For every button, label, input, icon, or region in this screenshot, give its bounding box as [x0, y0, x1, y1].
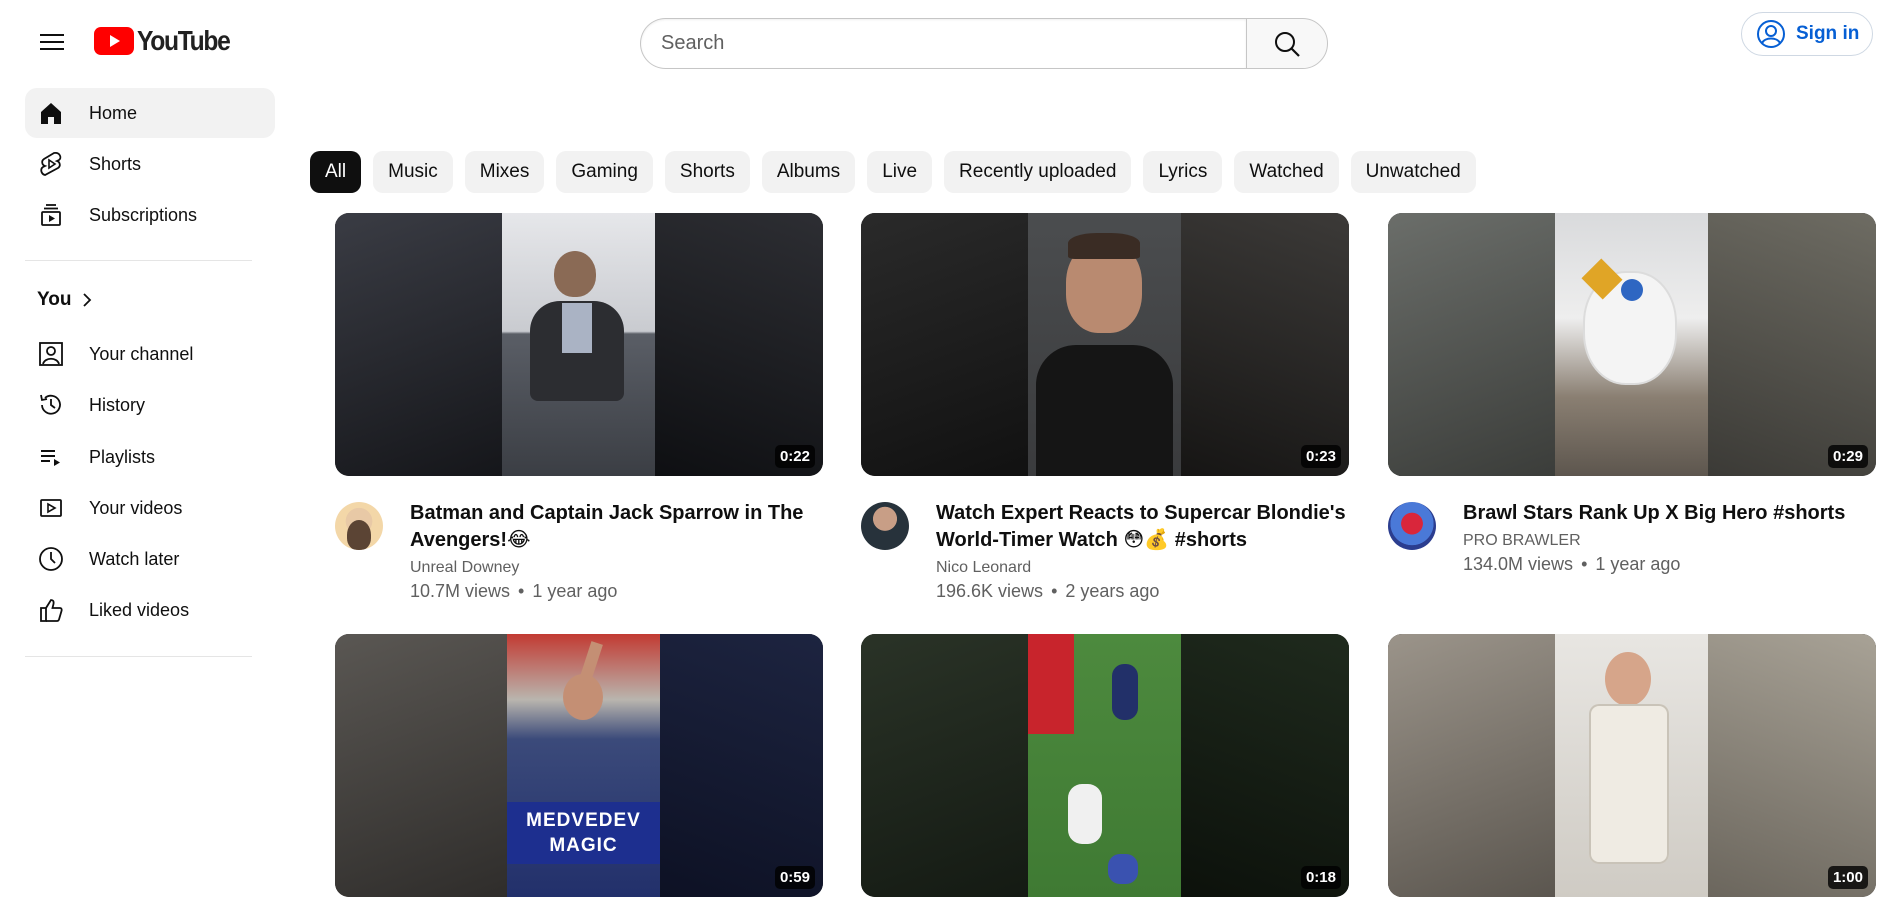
- video-duration: 0:18: [1300, 866, 1341, 889]
- view-count: 134.0M views: [1463, 554, 1574, 574]
- channel-avatar[interactable]: [1388, 502, 1436, 550]
- upload-age: 2 years ago: [1065, 581, 1160, 601]
- video-thumbnail[interactable]: 0:18: [861, 634, 1349, 897]
- history-icon: [37, 391, 65, 419]
- hamburger-menu-button[interactable]: [32, 22, 72, 62]
- video-duration: 0:23: [1300, 445, 1341, 468]
- video-thumbnail[interactable]: 0:29: [1388, 213, 1876, 476]
- sidebar-item-home[interactable]: Home: [25, 88, 275, 138]
- sidebar-item-your-videos[interactable]: Your videos: [25, 483, 275, 533]
- channel-avatar[interactable]: [861, 502, 909, 550]
- chip-live[interactable]: Live: [867, 151, 933, 193]
- sidebar-item-history[interactable]: History: [25, 380, 275, 430]
- video-thumbnail[interactable]: 1:00: [1388, 634, 1876, 897]
- video-thumbnail[interactable]: 0:22: [335, 213, 823, 476]
- sidebar-item-playlists[interactable]: Playlists: [25, 432, 275, 482]
- playlists-icon: [37, 443, 65, 471]
- chip-lyrics[interactable]: Lyrics: [1143, 151, 1223, 193]
- video-title[interactable]: Batman and Captain Jack Sparrow in The A…: [410, 500, 820, 554]
- sidebar-item-label: History: [89, 394, 146, 415]
- chip-recently-uploaded[interactable]: Recently uploaded: [944, 151, 1132, 193]
- video-title[interactable]: Watch Expert Reacts to Supercar Blondie'…: [936, 500, 1346, 554]
- sidebar-item-label: Your videos: [89, 497, 183, 518]
- video-card[interactable]: 0:23 Watch Expert Reacts to Supercar Blo…: [861, 213, 1349, 604]
- video-stats: 10.7M views • 1 year ago: [410, 578, 820, 604]
- channel-name[interactable]: PRO BRAWLER: [1463, 531, 1873, 551]
- video-duration: 1:00: [1827, 866, 1868, 889]
- chip-unwatched[interactable]: Unwatched: [1350, 151, 1476, 193]
- youtube-play-logo-icon: [94, 27, 134, 55]
- search-input[interactable]: [640, 18, 1246, 69]
- separator-dot: •: [1051, 581, 1058, 601]
- thumbs-up-icon: [37, 596, 65, 624]
- sidebar-item-label: Watch later: [89, 548, 180, 569]
- logo-wordmark: YouTube: [137, 25, 231, 56]
- youtube-logo[interactable]: YouTube: [94, 24, 242, 58]
- sidebar-item-watch-later[interactable]: Watch later: [25, 534, 275, 584]
- sidebar-divider: [25, 656, 252, 657]
- watch-later-icon: [37, 545, 65, 573]
- subscriptions-icon: [37, 201, 65, 229]
- sidebar-item-label: Playlists: [89, 446, 156, 467]
- menu-icon: [40, 34, 64, 50]
- upload-age: 1 year ago: [1595, 554, 1681, 574]
- video-card[interactable]: 0:29 Brawl Stars Rank Up X Big Hero #sho…: [1388, 213, 1876, 577]
- your-videos-icon: [37, 494, 65, 522]
- top-bar: YouTube Sign in: [0, 0, 1900, 80]
- video-thumbnail[interactable]: MEDVEDEV MAGIC 0:59: [335, 634, 823, 897]
- your-channel-icon: [37, 340, 65, 368]
- video-thumbnail[interactable]: 0:23: [861, 213, 1349, 476]
- video-duration: 0:22: [774, 445, 815, 468]
- sidebar-item-label: Your channel: [89, 343, 194, 364]
- video-card[interactable]: MEDVEDEV MAGIC 0:59: [335, 634, 823, 897]
- channel-name[interactable]: Nico Leonard: [936, 558, 1346, 578]
- you-heading-label: You: [37, 289, 72, 310]
- sidebar-divider: [25, 260, 252, 261]
- upload-age: 1 year ago: [532, 581, 618, 601]
- sidebar-item-label: Subscriptions: [89, 204, 198, 225]
- channel-avatar[interactable]: [335, 502, 383, 550]
- you-section-heading[interactable]: You: [37, 289, 93, 311]
- video-stats: 196.6K views • 2 years ago: [936, 578, 1346, 604]
- chip-music[interactable]: Music: [373, 151, 453, 193]
- sign-in-button[interactable]: Sign in: [1741, 12, 1873, 56]
- sidebar-item-label: Liked videos: [89, 599, 190, 620]
- sidebar-item-label: Shorts: [89, 153, 142, 174]
- sidebar-item-your-channel[interactable]: Your channel: [25, 329, 275, 379]
- search-icon: [1275, 31, 1300, 57]
- account-circle-icon: [1757, 20, 1785, 48]
- sidebar-item-shorts[interactable]: Shorts: [25, 139, 275, 189]
- search-button[interactable]: [1246, 18, 1328, 69]
- sidebar-item-liked-videos[interactable]: Liked videos: [25, 585, 275, 635]
- video-card[interactable]: 0:22 Batman and Captain Jack Sparrow in …: [335, 213, 823, 604]
- video-card[interactable]: 0:18: [861, 634, 1349, 897]
- view-count: 10.7M views: [410, 581, 511, 601]
- video-stats: 134.0M views • 1 year ago: [1463, 551, 1873, 577]
- chip-all[interactable]: All: [310, 151, 362, 193]
- thumbnail-overlay-text: MEDVEDEV MAGIC: [526, 810, 641, 856]
- sign-in-label: Sign in: [1796, 23, 1860, 44]
- chip-gaming[interactable]: Gaming: [556, 151, 653, 193]
- search-bar: [640, 18, 1328, 69]
- video-card[interactable]: 1:00: [1388, 634, 1876, 897]
- channel-name[interactable]: Unreal Downey: [410, 558, 820, 578]
- chip-shorts[interactable]: Shorts: [664, 151, 750, 193]
- chip-watched[interactable]: Watched: [1234, 151, 1339, 193]
- home-icon: [37, 99, 65, 127]
- video-duration: 0:29: [1827, 445, 1868, 468]
- filter-chips-bar: All Music Mixes Gaming Shorts Albums Liv…: [310, 151, 1476, 193]
- separator-dot: •: [518, 581, 525, 601]
- shorts-icon: [37, 150, 65, 178]
- chevron-right-icon: [83, 293, 92, 307]
- video-title[interactable]: Brawl Stars Rank Up X Big Hero #shorts: [1463, 500, 1873, 527]
- view-count: 196.6K views: [936, 581, 1044, 601]
- chip-albums[interactable]: Albums: [761, 151, 856, 193]
- sidebar-item-subscriptions[interactable]: Subscriptions: [25, 190, 275, 240]
- separator-dot: •: [1581, 554, 1588, 574]
- sidebar-item-label: Home: [89, 102, 138, 123]
- video-duration: 0:59: [774, 866, 815, 889]
- chip-mixes[interactable]: Mixes: [464, 151, 545, 193]
